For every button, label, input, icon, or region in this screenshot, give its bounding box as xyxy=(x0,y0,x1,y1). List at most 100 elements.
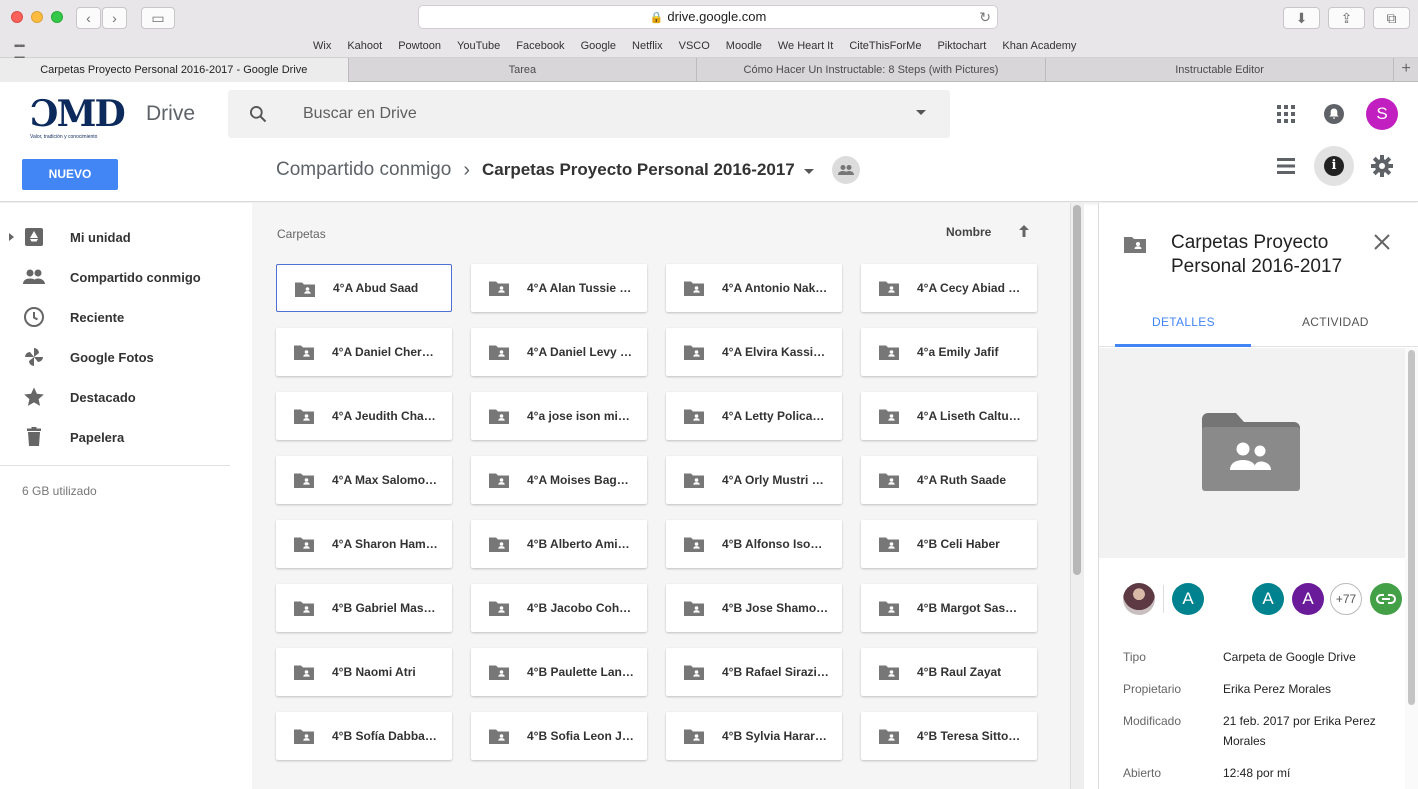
bookmark-link[interactable]: Google xyxy=(581,40,616,52)
sidebar-item-mi-unidad[interactable]: Mi unidad xyxy=(0,217,252,257)
folder-card[interactable]: 4°A Daniel Cher… xyxy=(276,328,452,376)
bookmark-link[interactable]: Piktochart xyxy=(937,40,986,52)
avatar[interactable] xyxy=(1123,583,1155,615)
breadcrumb-parent[interactable]: Compartido conmigo xyxy=(276,159,451,181)
apps-grid-icon[interactable] xyxy=(1274,102,1298,126)
folder-card[interactable]: 4°B Teresa Sitto… xyxy=(861,712,1037,760)
sidebar-item-reciente[interactable]: Reciente xyxy=(0,297,252,337)
folder-card[interactable]: 4°B Sofia Leon J… xyxy=(471,712,647,760)
sidebar-toggle-button[interactable]: ▭ xyxy=(141,7,175,29)
shared-folder-icon[interactable] xyxy=(831,156,860,184)
link-sharing-button[interactable] xyxy=(1370,583,1402,615)
tab-overview-button[interactable]: ⧉ xyxy=(1373,7,1410,29)
folder-card[interactable]: 4°A Abud Saad xyxy=(276,264,452,312)
bookmark-link[interactable]: Moodle xyxy=(726,40,762,52)
sidebar-item-compartido[interactable]: Compartido conmigo xyxy=(0,257,252,297)
folder-card[interactable]: 4°A Elvira Kassi… xyxy=(666,328,842,376)
new-button[interactable]: NUEVO xyxy=(22,159,118,190)
main-scrollbar[interactable] xyxy=(1070,203,1084,789)
tab-actividad[interactable]: ACTIVIDAD xyxy=(1302,315,1369,329)
folder-card[interactable]: 4°A Daniel Levy … xyxy=(471,328,647,376)
sidebar-item-destacado[interactable]: Destacado xyxy=(0,377,252,417)
bookmark-link[interactable]: Wix xyxy=(313,40,331,52)
school-logo[interactable]: ƆMD Valor, tradición y conocimiento xyxy=(30,96,130,142)
bookmark-link[interactable]: Powtoon xyxy=(398,40,441,52)
folder-card[interactable]: 4°B Paulette Lan… xyxy=(471,648,647,696)
folder-card[interactable]: 4°A Letty Polica… xyxy=(666,392,842,440)
bookmark-link[interactable]: We Heart It xyxy=(778,40,833,52)
tab-detalles[interactable]: DETALLES xyxy=(1152,315,1215,329)
downloads-button[interactable]: ⬇ xyxy=(1283,7,1320,29)
sort-by-name-button[interactable]: Nombre xyxy=(946,225,991,239)
search-icon[interactable] xyxy=(248,104,268,124)
search-input[interactable] xyxy=(303,103,863,125)
address-bar[interactable]: 🔒 drive.google.com ↻ xyxy=(418,5,998,29)
folder-card[interactable]: 4°B Sylvia Harar… xyxy=(666,712,842,760)
chevron-down-icon[interactable] xyxy=(803,168,814,174)
folder-card[interactable]: 4°a Emily Jafif xyxy=(861,328,1037,376)
folder-card[interactable]: 4°A Jeudith Cha… xyxy=(276,392,452,440)
avatar[interactable]: A xyxy=(1172,583,1204,615)
details-scrollbar[interactable] xyxy=(1405,348,1418,789)
bookmark-link[interactable]: Khan Academy xyxy=(1002,40,1076,52)
details-toggle-button[interactable]: i xyxy=(1314,146,1354,186)
folder-card[interactable]: 4°A Moises Bag… xyxy=(471,456,647,504)
folder-card[interactable]: 4°A Sharon Ham… xyxy=(276,520,452,568)
new-tab-button[interactable]: + xyxy=(1394,58,1418,81)
notifications-icon[interactable] xyxy=(1322,102,1346,126)
arrow-up-icon[interactable] xyxy=(1016,223,1032,239)
folder-card[interactable]: 4°B Margot Sas… xyxy=(861,584,1037,632)
bookmark-link[interactable]: Facebook xyxy=(516,40,564,52)
folder-card[interactable]: 4°A Antonio Nak… xyxy=(666,264,842,312)
search-options-icon[interactable] xyxy=(916,110,926,115)
folder-card[interactable]: 4°A Ruth Saade xyxy=(861,456,1037,504)
main-scrollbar-thumb[interactable] xyxy=(1073,205,1081,575)
folder-card[interactable]: 4°A Cecy Abiad … xyxy=(861,264,1037,312)
folder-card[interactable]: 4°B Jacobo Coh… xyxy=(471,584,647,632)
bookmark-link[interactable]: Kahoot xyxy=(347,40,382,52)
close-icon[interactable] xyxy=(1373,233,1391,251)
minimize-window-button[interactable] xyxy=(31,11,43,23)
folder-card[interactable]: 4°B Gabriel Mas… xyxy=(276,584,452,632)
folder-card[interactable]: 4°A Liseth Caltu… xyxy=(861,392,1037,440)
folder-card[interactable]: 4°B Sofía Dabba… xyxy=(276,712,452,760)
zoom-window-button[interactable] xyxy=(51,11,63,23)
folder-card[interactable]: 4°A Orly Mustri … xyxy=(666,456,842,504)
folder-card[interactable]: 4°B Rafael Sirazi… xyxy=(666,648,842,696)
browser-tab[interactable]: Tarea xyxy=(349,58,698,82)
folder-card[interactable]: 4°A Alan Tussie … xyxy=(471,264,647,312)
back-button[interactable]: ‹ xyxy=(76,7,101,29)
gear-icon[interactable] xyxy=(1370,154,1394,178)
top-sites-icon[interactable]: ▪▪▪▪▪▪▪▪ xyxy=(14,41,28,64)
folder-card[interactable]: 4°B Celi Haber xyxy=(861,520,1037,568)
sidebar-item-papelera[interactable]: Papelera xyxy=(0,417,252,457)
sidebar-item-fotos[interactable]: Google Fotos xyxy=(0,337,252,377)
expand-arrow-icon[interactable] xyxy=(9,233,14,241)
bookmark-link[interactable]: Netflix xyxy=(632,40,663,52)
close-window-button[interactable] xyxy=(11,11,23,23)
browser-tab[interactable]: Carpetas Proyecto Personal 2016-2017 - G… xyxy=(0,58,349,82)
more-people-count[interactable]: +77 xyxy=(1330,583,1362,615)
folder-card[interactable]: 4°a jose ison mi… xyxy=(471,392,647,440)
reload-icon[interactable]: ↻ xyxy=(979,6,991,28)
bookmark-link[interactable]: YouTube xyxy=(457,40,500,52)
folder-card[interactable]: 4°B Alfonso Iso… xyxy=(666,520,842,568)
folder-card[interactable]: 4°B Naomi Atri xyxy=(276,648,452,696)
account-avatar[interactable]: S xyxy=(1366,98,1398,130)
storage-usage[interactable]: 6 GB utilizado xyxy=(22,484,97,498)
list-view-icon[interactable] xyxy=(1274,154,1298,178)
bookmark-link[interactable]: VSCO xyxy=(679,40,710,52)
avatar[interactable]: A xyxy=(1292,583,1324,615)
browser-tab[interactable]: Cómo Hacer Un Instructable: 8 Steps (wit… xyxy=(697,58,1046,82)
folder-card[interactable]: 4°B Jose Shamo… xyxy=(666,584,842,632)
folder-card[interactable]: 4°B Alberto Ami… xyxy=(471,520,647,568)
folder-card[interactable]: 4°A Max Salomo… xyxy=(276,456,452,504)
breadcrumb-current[interactable]: Carpetas Proyecto Personal 2016-2017 xyxy=(482,160,795,180)
browser-tab[interactable]: Instructable Editor xyxy=(1046,58,1395,82)
avatar[interactable]: A xyxy=(1252,583,1284,615)
folder-card[interactable]: 4°B Raul Zayat xyxy=(861,648,1037,696)
forward-button[interactable]: › xyxy=(102,7,127,29)
share-button[interactable]: ⇪ xyxy=(1328,7,1365,29)
bookmark-link[interactable]: CiteThisForMe xyxy=(849,40,921,52)
details-scrollbar-thumb[interactable] xyxy=(1408,350,1415,705)
